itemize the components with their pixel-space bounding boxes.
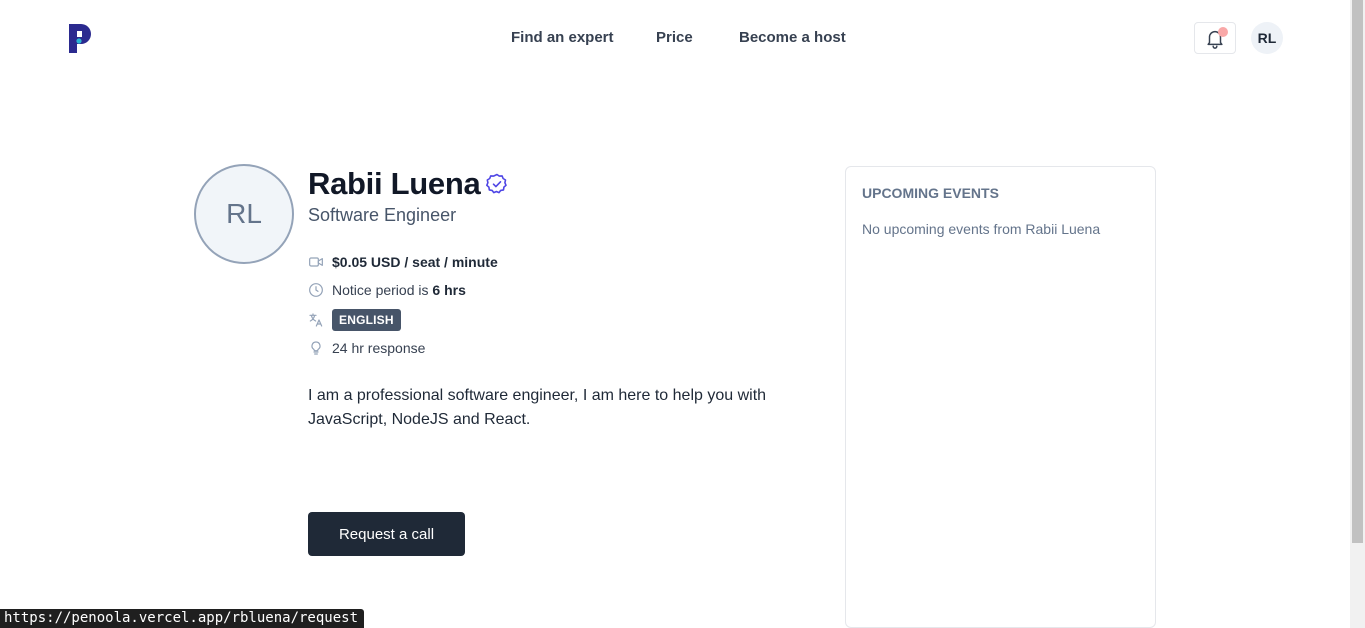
verified-badge-icon [486,173,508,194]
request-call-button[interactable]: Request a call [308,512,465,556]
video-icon [308,254,324,270]
lightbulb-icon [308,340,324,356]
link-status-bar: https://penoola.vercel.app/rbluena/reque… [0,609,365,628]
profile-name-row: Rabii Luena [308,166,509,202]
notice-value: 6 hrs [432,282,466,298]
user-avatar[interactable]: RL [1251,22,1283,54]
scrollbar-thumb[interactable] [1352,0,1363,543]
response-row: 24 hr response [308,340,425,356]
upcoming-events-empty: No upcoming events from Rabii Luena [862,221,1101,237]
nav-price[interactable]: Price [656,29,693,46]
profile-title: Software Engineer [308,205,457,225]
page-scrollbar[interactable] [1350,0,1365,628]
upcoming-events-heading: UPCOMING EVENTS [862,185,999,201]
upcoming-events-panel: UPCOMING EVENTS No upcoming events from … [845,166,1156,628]
language-badge: ENGLISH [332,309,401,331]
nav-become-host[interactable]: Become a host [739,29,846,46]
rate-row: $0.05 USD / seat / minute [308,254,498,270]
response-text: 24 hr response [332,340,426,356]
clock-icon [308,282,324,298]
profile-bio: I am a professional software engineer, I… [308,387,767,428]
translate-icon [308,312,324,328]
nav-find-expert[interactable]: Find an expert [511,29,614,46]
notice-label: Notice period is [332,282,429,298]
notifications-button[interactable] [1194,22,1236,54]
profile-avatar: RL [194,164,294,264]
rate-text: $0.05 USD / seat / minute [332,254,498,270]
profile-name: Rabii Luena [308,166,481,201]
language-row: ENGLISH [308,309,401,331]
main-nav: Find an expert Price Become a host [0,29,1350,49]
notification-dot [1218,27,1228,37]
notice-row: Notice period is 6 hrs [308,282,466,298]
